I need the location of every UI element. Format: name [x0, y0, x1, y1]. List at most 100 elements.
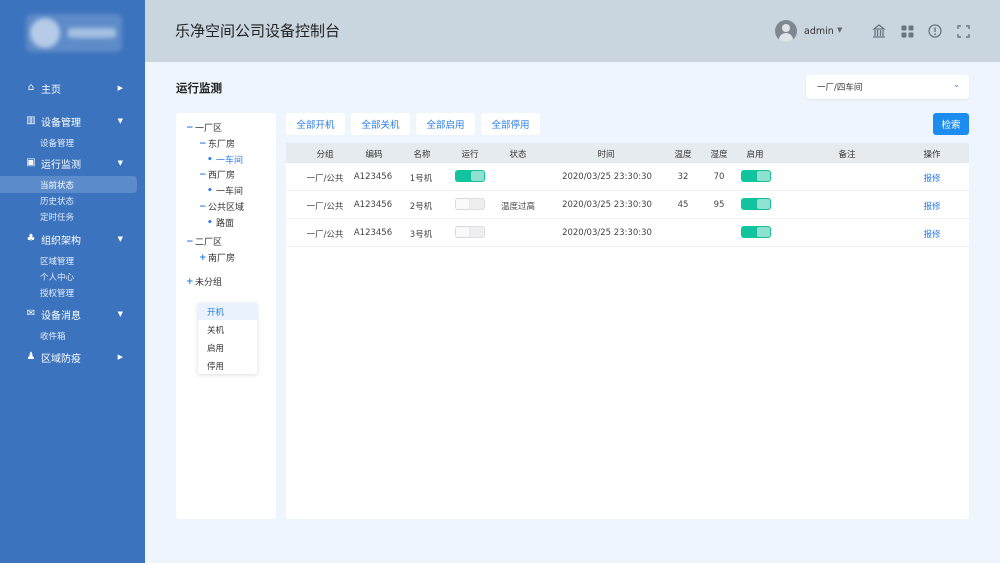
sidebar-item-current-status[interactable]: 当前状态: [0, 176, 137, 193]
table-row: 一厂/公共 A123456 1号机 2020/03/25 23:30:30 32…: [286, 163, 969, 191]
column-header-note: 备注: [838, 150, 856, 160]
tree-node-ungrouped[interactable]: + 未分组: [186, 275, 223, 289]
tree-node-label: 路面: [216, 219, 235, 229]
status-filter-menu: 开机 关机 启用 停用: [198, 303, 257, 374]
collapse-icon: −: [199, 169, 207, 180]
alert-icon[interactable]: [927, 23, 943, 39]
tree-node-south-building[interactable]: + 南厂房: [199, 251, 236, 265]
username[interactable]: admin: [804, 26, 834, 37]
fullscreen-icon[interactable]: [955, 23, 971, 39]
cell-time: 2020/03/25 23:30:30: [562, 228, 652, 238]
column-header-action: 操作: [923, 150, 941, 160]
home-icon: ⌂: [27, 82, 35, 93]
sidebar-item-area-management[interactable]: 区域管理: [0, 252, 137, 269]
sidebar-item-personal-center[interactable]: 个人中心: [0, 268, 137, 285]
building-icon[interactable]: [871, 23, 887, 39]
search-button[interactable]: 检索: [933, 113, 969, 135]
sidebar-group-device-messages[interactable]: ✉ 设备消息 ▼: [0, 303, 145, 325]
tree-node-label: 公共区域: [208, 203, 245, 213]
sidebar-group-label: 设备管理: [41, 117, 81, 129]
sidebar-group-monitoring[interactable]: ▣ 运行监测 ▼: [0, 152, 145, 174]
grid-icon[interactable]: [899, 23, 915, 39]
sidebar-group-epidemic[interactable]: ♟ 区域防疫 ▶: [0, 346, 145, 368]
repair-link[interactable]: 报修: [918, 200, 946, 212]
sidebar-item-scheduled-tasks[interactable]: 定时任务: [0, 208, 137, 225]
chevron-down-icon: ▼: [117, 159, 123, 167]
cell-temperature: 45: [677, 200, 689, 210]
enable-toggle[interactable]: [741, 226, 771, 238]
collapse-icon: −: [199, 201, 207, 212]
tree-node-workshop-1[interactable]: • 一车间: [207, 153, 244, 167]
sidebar-item-device-management[interactable]: 设备管理: [0, 134, 137, 151]
cell-time: 2020/03/25 23:30:30: [562, 200, 652, 210]
running-toggle[interactable]: [455, 226, 485, 238]
monitor-icon: ▣: [26, 157, 36, 168]
chevron-down-icon: ▼: [117, 235, 123, 243]
expand-icon: +: [199, 252, 207, 263]
all-enable-button[interactable]: 全部启用: [416, 113, 475, 135]
sidebar-item-inbox[interactable]: 收件箱: [0, 327, 137, 344]
collapse-icon: −: [186, 122, 194, 133]
column-header-group: 分组: [316, 150, 334, 160]
tree-node-plant-1[interactable]: − 一厂区: [186, 121, 223, 135]
sidebar-group-label: 设备消息: [41, 310, 81, 322]
tree-node-label: 南厂房: [208, 254, 236, 264]
column-header-enabled: 启用: [746, 150, 764, 160]
all-power-on-button[interactable]: 全部开机: [286, 113, 345, 135]
top-header: 乐净空间公司设备控制台 admin ▼: [145, 0, 1000, 62]
collapse-icon: −: [199, 138, 207, 149]
sidebar-group-organization[interactable]: ♣ 组织架构 ▼: [0, 228, 145, 250]
cell-temperature: 32: [677, 172, 689, 182]
filter-option-power-on[interactable]: 开机: [198, 303, 257, 320]
sidebar-group-device-management[interactable]: ▥ 设备管理 ▼: [0, 110, 145, 132]
collapse-icon: −: [186, 236, 194, 247]
enable-toggle[interactable]: [741, 170, 771, 182]
tree-node-public-area[interactable]: − 公共区域: [199, 200, 245, 214]
cell-humidity: 70: [713, 172, 725, 182]
sidebar-item-history-status[interactable]: 历史状态: [0, 192, 137, 209]
tree-node-plant-2[interactable]: − 二厂区: [186, 235, 223, 249]
cell-group: 一厂/公共: [306, 202, 344, 212]
all-disable-button[interactable]: 全部停用: [481, 113, 540, 135]
running-toggle[interactable]: [455, 198, 485, 210]
chevron-down-icon: ⌄: [953, 80, 960, 89]
sidebar-group-label: 运行监测: [41, 159, 81, 171]
sidebar: ⌂ 主页 ▶ ▥ 设备管理 ▼ 设备管理 ▣ 运行监测 ▼ 当前状态 历史状态 …: [0, 0, 145, 563]
region-select-value: 一厂/四车间: [817, 83, 863, 93]
tree-node-label: 一车间: [216, 156, 244, 166]
caret-down-icon[interactable]: ▼: [837, 26, 842, 34]
cell-name: 2号机: [409, 202, 433, 212]
tree-node-label: 二厂区: [195, 238, 223, 248]
region-select[interactable]: 一厂/四车间 ⌄: [806, 75, 969, 99]
tree-node-road[interactable]: • 路面: [207, 216, 235, 230]
table-row: 一厂/公共 A123456 3号机 2020/03/25 23:30:30 报修: [286, 219, 969, 247]
filter-option-disabled[interactable]: 停用: [198, 357, 257, 374]
enable-toggle[interactable]: [741, 198, 771, 210]
tree-node-label: 东厂房: [208, 140, 236, 150]
sidebar-group-label: 区域防疫: [41, 353, 81, 365]
all-power-off-button[interactable]: 全部关机: [351, 113, 410, 135]
user-avatar[interactable]: [775, 20, 797, 42]
cell-code: A123456: [353, 200, 393, 210]
tree-node-label: 一厂区: [195, 124, 223, 134]
column-header-humidity: 湿度: [710, 150, 728, 160]
cell-status: 温度过高: [500, 202, 535, 212]
message-icon: ✉: [26, 308, 36, 319]
tree-node-east-building[interactable]: − 东厂房: [199, 137, 236, 151]
tree-node-west-building[interactable]: − 西厂房: [199, 168, 235, 182]
repair-link[interactable]: 报修: [918, 172, 946, 184]
repair-link[interactable]: 报修: [918, 228, 946, 240]
sidebar-group-home[interactable]: ⌂ 主页 ▶: [0, 77, 145, 99]
filter-option-power-off[interactable]: 关机: [198, 321, 257, 338]
column-header-temperature: 温度: [674, 150, 692, 160]
chevron-right-icon: ▶: [117, 84, 123, 92]
sidebar-item-authorization[interactable]: 授权管理: [0, 284, 137, 301]
column-header-time: 时间: [597, 150, 615, 160]
cell-code: A123456: [353, 172, 393, 182]
tree-node-label: 一车间: [216, 187, 244, 197]
filter-option-enabled[interactable]: 启用: [198, 339, 257, 356]
tree-node-label: 未分组: [195, 278, 223, 288]
tree-node-workshop-1-west[interactable]: • 一车间: [207, 184, 244, 198]
running-toggle[interactable]: [455, 170, 485, 182]
column-header-name: 名称: [413, 150, 431, 160]
